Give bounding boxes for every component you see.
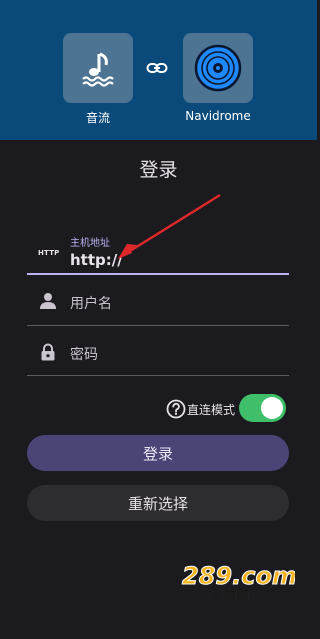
login-button[interactable]: 登录 (27, 435, 289, 471)
reselect-button[interactable]: 重新选择 (27, 485, 289, 521)
direct-mode-toggle[interactable] (239, 394, 286, 422)
username-input[interactable]: 用户名 (70, 293, 112, 313)
help-icon[interactable] (166, 399, 186, 419)
link-icon (146, 63, 168, 73)
password-field[interactable]: 密码 (27, 330, 289, 376)
music-note-wave-icon (82, 52, 114, 87)
navidrome-app-label: Navidrome (185, 109, 251, 123)
site-watermark-logo: 289.com 手游网 (182, 562, 296, 603)
lock-icon (41, 343, 55, 361)
vinyl-disc-icon (194, 44, 242, 92)
yinliu-app-label: 音流 (85, 111, 110, 125)
page-title: 登录 (139, 159, 178, 181)
header-banner: 音流 Navidrome (0, 0, 317, 140)
username-field[interactable]: 用户名 (27, 280, 289, 326)
direct-mode-label: 直连模式 (187, 403, 236, 417)
http-icon: HTTP (38, 249, 60, 257)
watermark-brand: 289.com (182, 562, 295, 590)
toggle-knob (261, 397, 283, 419)
host-address-label: 主机地址 (70, 238, 110, 249)
password-input[interactable]: 密码 (70, 344, 98, 364)
navidrome-app-tile[interactable] (183, 33, 253, 103)
watermark-sub: 手游网 (210, 588, 249, 602)
yinliu-app-tile[interactable] (63, 33, 133, 103)
person-icon (40, 293, 56, 309)
red-arrow-annotation (118, 193, 221, 259)
